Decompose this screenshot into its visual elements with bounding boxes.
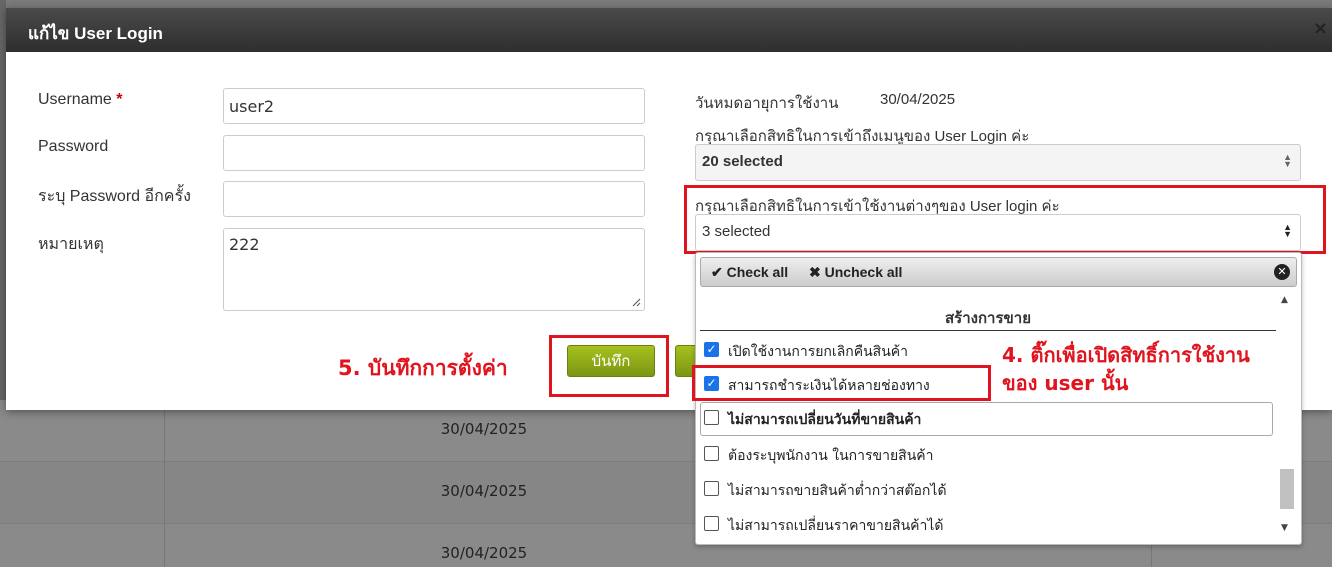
scroll-down-icon[interactable]: ▼ (1281, 523, 1288, 533)
username-input[interactable] (223, 88, 645, 124)
scrollbar-thumb[interactable] (1280, 469, 1294, 509)
option-group-label: สร้างการขาย (945, 309, 1031, 327)
step4-annotation: 4. ติ๊กเพื่อเปิดสิทธิ์การใช้งาน ของ user… (1002, 341, 1250, 397)
table-divider (164, 400, 165, 567)
uncheck-all-button[interactable]: ✖ Uncheck all (809, 264, 902, 281)
option-group-title: สร้างการขาย (700, 301, 1276, 331)
step5-annotation: 5. บันทึกการตั้งค่า (338, 356, 508, 380)
uncheck-all-label: Uncheck all (824, 264, 903, 280)
username-label: Username * (38, 91, 123, 109)
check-all-button[interactable]: ✔ Check all (711, 264, 788, 281)
password-label: Password (38, 138, 109, 155)
note-label: หมายเหตุ (38, 236, 104, 253)
cross-icon: ✖ (809, 264, 821, 280)
close-icon[interactable]: × (1313, 18, 1328, 39)
checkbox-unchecked[interactable] (704, 410, 719, 425)
option-item[interactable]: ไม่สามารถเปลี่ยนวันที่ขายสินค้า (700, 402, 1273, 436)
option-label: ไม่สามารถเปลี่ยนราคาขายสินค้าได้ (728, 518, 944, 534)
menu-permission-select[interactable]: 20 selected ▲ ▼ (695, 144, 1301, 181)
option-label: ไม่สามารถขายสินค้าต่ำกว่าสต๊อกได้ (728, 483, 947, 499)
required-mark: * (116, 91, 123, 108)
dropdown-header: ✔ Check all ✖ Uncheck all ✕ (700, 257, 1297, 287)
menu-permission-value: 20 selected (702, 153, 783, 170)
username-label-text: Username (38, 91, 112, 108)
confirm-password-label: ระบุ Password อีกครั้ง (38, 188, 191, 205)
confirm-password-input[interactable] (223, 181, 645, 217)
checkbox-unchecked[interactable] (704, 446, 719, 461)
modal-title: แก้ไข User Login (28, 24, 163, 43)
password-input[interactable] (223, 135, 645, 171)
updown-arrow-icon: ▲ ▼ (1283, 152, 1292, 169)
close-circle-icon[interactable]: ✕ (1274, 264, 1290, 280)
option-item[interactable]: ไม่สามารถเปลี่ยนราคาขายสินค้าได้ (700, 509, 1272, 541)
scroll-up-icon[interactable]: ▲ (1281, 295, 1288, 305)
modal-header: แก้ไข User Login × (6, 8, 1332, 52)
permission-highlight-box (684, 185, 1326, 254)
resize-grip-icon[interactable] (631, 297, 641, 307)
option-item[interactable]: ต้องระบุพนักงาน ในการขายสินค้า (700, 439, 1272, 471)
checkbox-unchecked[interactable] (704, 516, 719, 531)
checkbox-checked[interactable]: ✓ (704, 342, 719, 357)
step4-line2: ของ user นั้น (1002, 371, 1129, 395)
checkbox-highlight-box (692, 365, 991, 401)
option-label: ไม่สามารถเปลี่ยนวันที่ขายสินค้า (728, 412, 922, 428)
save-highlight-box (549, 335, 669, 397)
check-all-label: Check all (726, 264, 789, 280)
expiry-label: วันหมดอายุการใช้งาน (695, 95, 839, 112)
expiry-value: 30/04/2025 (880, 91, 956, 108)
option-label: เปิดใช้งานการยกเลิกคืนสินค้า (728, 344, 909, 360)
note-textarea[interactable]: 222 (223, 228, 645, 311)
dropdown-scrollbar[interactable]: ▲ ▼ (1280, 293, 1296, 541)
option-label: ต้องระบุพนักงาน ในการขายสินค้า (728, 448, 934, 464)
checkmark-icon: ✔ (711, 264, 723, 280)
step4-line1: 4. ติ๊กเพื่อเปิดสิทธิ์การใช้งาน (1002, 343, 1250, 367)
table-cell-date: 30/04/2025 (440, 544, 528, 562)
option-item[interactable]: ไม่สามารถขายสินค้าต่ำกว่าสต๊อกได้ (700, 474, 1272, 506)
checkbox-unchecked[interactable] (704, 481, 719, 496)
